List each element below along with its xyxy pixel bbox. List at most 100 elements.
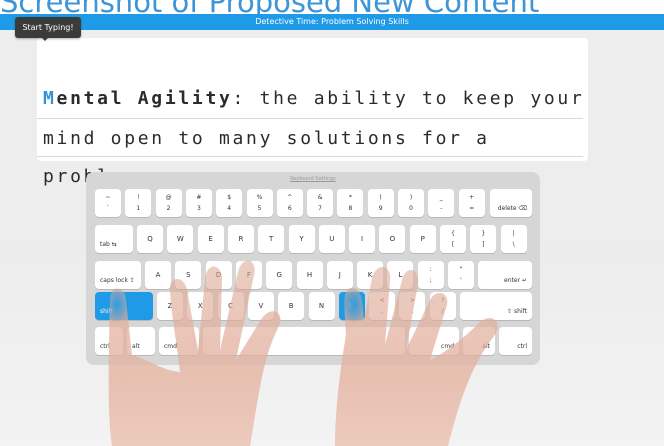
key-o[interactable]: O [379, 225, 406, 253]
key-7[interactable]: & 7 [307, 189, 334, 217]
tab-key[interactable]: tab ⇆ [95, 225, 133, 253]
key-symbol: ; [429, 277, 432, 284]
key-j[interactable]: J [326, 261, 353, 289]
cmd-right-key[interactable]: cmd [409, 327, 459, 355]
key-x[interactable]: X [187, 292, 214, 320]
key-shift-symbol: % [256, 194, 263, 201]
key-9[interactable]: (9 [367, 189, 394, 217]
key-b[interactable]: B [278, 292, 305, 320]
cmd-left-key[interactable]: cmd [159, 327, 199, 355]
caps-lock-label: caps lock ⇪ [100, 277, 135, 284]
key-symbol-row3-0[interactable]: :; [417, 261, 444, 289]
key-shift-symbol: ! [137, 194, 140, 201]
start-typing-tooltip: Start Typing! [15, 17, 81, 38]
key-letter: J [338, 271, 341, 279]
key-0[interactable]: ) 0 [398, 189, 424, 217]
delete-key-label: delete ⌫ [497, 205, 527, 212]
key-1[interactable]: ! 1 [125, 189, 152, 217]
key-symbol: 2 [166, 205, 171, 212]
key-g[interactable]: G [266, 261, 293, 289]
alt-right-key[interactable]: alt [463, 327, 495, 355]
key-shift-symbol: " [459, 266, 463, 273]
key-shift-symbol: ? [441, 297, 445, 304]
key-6[interactable]: ^ 6 [276, 189, 303, 217]
key-e[interactable]: E [197, 225, 224, 253]
key-symbol: ' [460, 277, 462, 284]
key-3[interactable]: #3 [185, 189, 212, 217]
key-t[interactable]: T [258, 225, 285, 253]
key-8[interactable]: * 8 [337, 189, 364, 217]
passage-line-1: Mental Agility: the ability to keep your [43, 81, 582, 117]
key-q[interactable]: Q [137, 225, 163, 253]
alt-left-key[interactable]: alt [127, 327, 155, 355]
key-symbol: \ [512, 241, 515, 248]
key-symbol: / [441, 308, 444, 315]
key-letter: K [367, 271, 373, 279]
key-f[interactable]: F [235, 261, 262, 289]
key-m[interactable]: M [338, 292, 365, 320]
line-divider [37, 156, 583, 157]
enter-key[interactable]: enter ↵ [478, 261, 532, 289]
shift-right-key[interactable]: ⇧ shift [460, 292, 532, 320]
key-shift-symbol: ) [409, 194, 413, 201]
key-d[interactable]: D [205, 261, 232, 289]
ctrl-key-label: ctrl [517, 343, 527, 350]
caps-lock-key[interactable]: caps lock ⇪ [95, 261, 141, 289]
key-l[interactable]: L [387, 261, 414, 289]
key-shift-symbol: $ [227, 194, 232, 201]
key-symbol: 9 [378, 205, 383, 212]
key-symbol-row4-1[interactable]: >. [399, 292, 426, 320]
key-i[interactable]: I [349, 225, 376, 253]
key--[interactable]: _ - [428, 189, 455, 217]
space-key[interactable] [203, 327, 405, 355]
enter-key-label: enter ↵ [504, 277, 527, 284]
key-a[interactable]: A [145, 261, 171, 289]
key-letter: F [246, 271, 251, 279]
key-symbol: . [411, 308, 414, 315]
ctrl-left-key[interactable]: ctrl [95, 327, 123, 355]
key-4[interactable]: $4 [216, 189, 243, 217]
key-symbol-row4-2[interactable]: ? / [429, 292, 456, 320]
key-symbol-row3-1[interactable]: " ' [448, 261, 474, 289]
tab-key-label: tab ⇆ [100, 241, 117, 248]
key-letter: E [208, 235, 213, 243]
key-y[interactable]: Y [288, 225, 315, 253]
key-k[interactable]: K [357, 261, 384, 289]
key-symbol-row4-0[interactable]: <, [369, 292, 396, 320]
delete-key[interactable]: delete ⌫ [490, 189, 532, 217]
key-letter: U [329, 235, 335, 243]
typing-passage-panel: Mental Agility: the ability to keep your… [37, 38, 588, 187]
key-v[interactable]: V [247, 292, 274, 320]
passage-line-2: mind open to many solutions for a [43, 128, 490, 149]
key-p[interactable]: P [409, 225, 436, 253]
key-letter: G [276, 271, 282, 279]
key-=[interactable]: + = [458, 189, 485, 217]
key-symbol-0[interactable]: {[ [440, 225, 466, 253]
cmd-key-label: cmd [164, 343, 177, 350]
key-shift-symbol: { [451, 230, 455, 237]
key-h[interactable]: H [296, 261, 323, 289]
key-symbol: 5 [257, 205, 262, 212]
key-2[interactable]: @2 [155, 189, 182, 217]
key-n[interactable]: N [308, 292, 335, 320]
key-u[interactable]: U [318, 225, 345, 253]
key-w[interactable]: W [167, 225, 194, 253]
key-shift-symbol: : [429, 266, 432, 273]
key-symbol: 8 [348, 205, 353, 212]
key-letter: I [361, 235, 364, 243]
key-5[interactable]: % 5 [246, 189, 273, 217]
ctrl-right-key[interactable]: ctrl [499, 327, 532, 355]
key-z[interactable]: Z [157, 292, 183, 320]
key-r[interactable]: R [227, 225, 254, 253]
key-shift-symbol: < [379, 297, 385, 304]
key-`[interactable]: ~ ` [95, 189, 121, 217]
key-symbol-2[interactable]: | \ [500, 225, 527, 253]
key-symbol-1[interactable]: }] [470, 225, 497, 253]
key-symbol: 1 [136, 205, 141, 212]
key-c[interactable]: C [217, 292, 244, 320]
key-shift-symbol: + [469, 194, 475, 201]
ctrl-key-label: ctrl [100, 343, 110, 350]
keyboard-settings-link[interactable]: Keyboard Settings [86, 176, 540, 182]
key-s[interactable]: S [175, 261, 202, 289]
shift-left-key[interactable]: shift [95, 292, 153, 320]
